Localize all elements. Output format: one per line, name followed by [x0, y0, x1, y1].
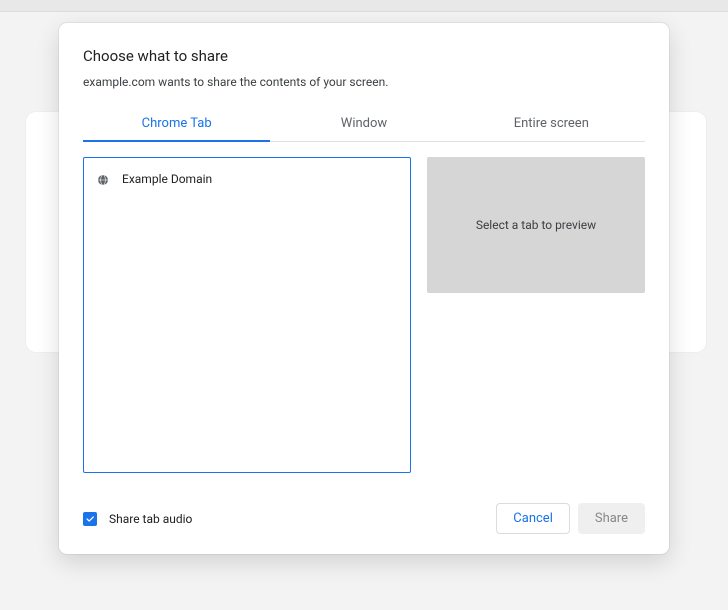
tab-window[interactable]: Window	[270, 107, 457, 141]
tab-list[interactable]: Example Domain	[83, 157, 411, 473]
dialog-title: Choose what to share	[83, 47, 645, 65]
tab-list-item[interactable]: Example Domain	[94, 166, 400, 192]
share-button[interactable]: Share	[578, 503, 645, 534]
dialog-footer: Share tab audio Cancel Share	[83, 503, 645, 534]
dialog-subtitle: example.com wants to share the contents …	[83, 75, 645, 89]
tab-chrome-tab[interactable]: Chrome Tab	[83, 107, 270, 141]
share-audio-option[interactable]: Share tab audio	[83, 512, 488, 526]
share-type-tabs: Chrome Tab Window Entire screen	[83, 107, 645, 142]
share-dialog: Choose what to share example.com wants t…	[59, 23, 669, 554]
preview-placeholder: Select a tab to preview	[427, 157, 645, 293]
content-row: Example Domain Select a tab to preview	[83, 157, 645, 473]
tab-list-item-label: Example Domain	[122, 172, 212, 186]
browser-top-bar	[0, 0, 728, 12]
share-audio-label: Share tab audio	[109, 512, 192, 526]
globe-icon	[96, 172, 110, 186]
preview-placeholder-text: Select a tab to preview	[476, 218, 596, 232]
tab-entire-screen[interactable]: Entire screen	[458, 107, 645, 141]
cancel-button[interactable]: Cancel	[496, 503, 570, 534]
share-audio-checkbox[interactable]	[83, 512, 97, 526]
